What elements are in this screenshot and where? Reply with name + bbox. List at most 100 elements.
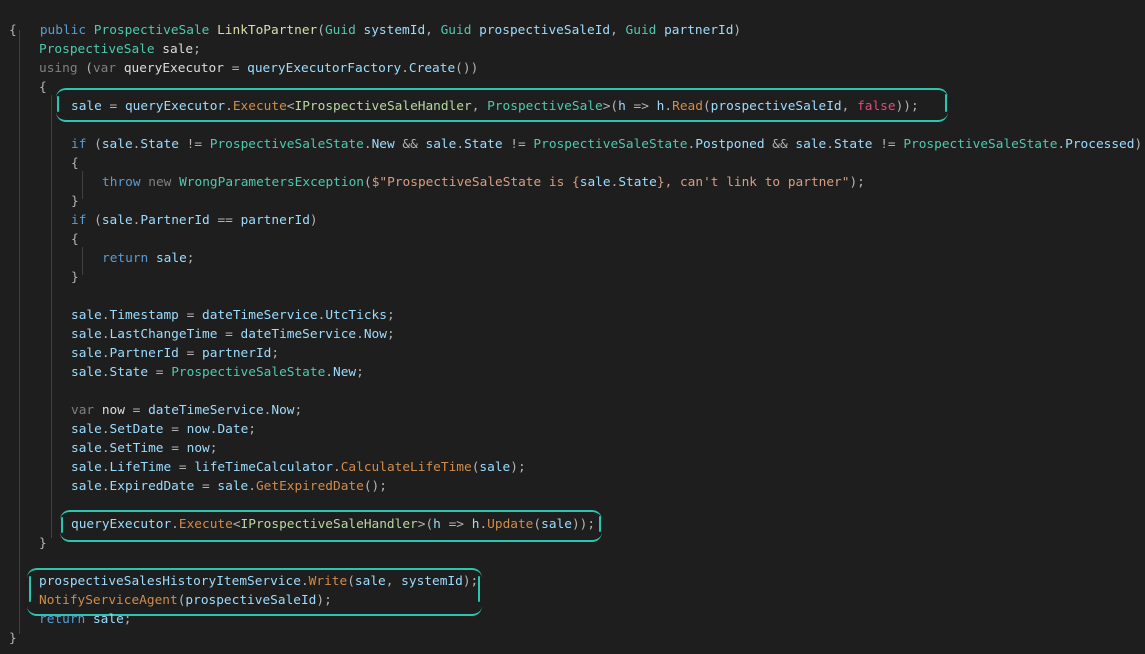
parameter: prospectiveSaleId	[479, 23, 611, 38]
local-variable: sale	[71, 460, 102, 475]
code-line-10[interactable]: throw new WrongParametersException($"Pro…	[102, 173, 865, 192]
operator: ==	[209, 213, 241, 228]
code-line-14[interactable]: return sale;	[102, 249, 195, 268]
local-variable: now	[186, 422, 210, 437]
code-line-20[interactable]: sale.State = ProspectiveSaleState.New;	[71, 363, 364, 382]
string-literal: , can't link to partner"	[664, 175, 850, 190]
property: Timestamp	[109, 308, 179, 323]
punctuation: .	[479, 517, 488, 532]
code-line-5[interactable]: {	[39, 78, 47, 97]
code-line-32[interactable]: NotifyServiceAgent(prospectiveSaleId);	[39, 591, 332, 610]
execute-read-highlight-left	[57, 96, 59, 112]
punctuation: .	[456, 137, 465, 152]
local-variable: sale	[71, 327, 102, 342]
code-line-2[interactable]: {	[9, 21, 17, 40]
parameter: partnerId	[664, 23, 734, 38]
field-name: lifeTimeCalculator	[194, 460, 333, 475]
parameter: prospectiveSaleId	[185, 593, 317, 608]
property: Now	[363, 327, 387, 342]
code-line-4[interactable]: using (var queryExecutor = queryExecutor…	[39, 59, 478, 78]
punctuation: ;	[209, 441, 218, 456]
punctuation: (	[533, 517, 542, 532]
string-literal: $"ProspectiveSaleState is	[371, 175, 573, 190]
enum-member: Postponed	[695, 137, 765, 152]
punctuation: .	[363, 137, 372, 152]
code-line-31[interactable]: prospectiveSalesHistoryItemService.Write…	[39, 572, 478, 591]
local-variable: sale	[479, 460, 511, 475]
punctuation: ,	[425, 23, 441, 38]
code-line-34[interactable]: }	[9, 629, 17, 648]
lambda-parameter: h	[433, 517, 441, 532]
operator: =	[178, 308, 203, 323]
keyword: throw	[102, 175, 141, 190]
code-line-22[interactable]: var now = dateTimeService.Now;	[71, 401, 302, 420]
local-variable: sale	[71, 99, 102, 114]
operator: &&	[764, 137, 796, 152]
code-line-3[interactable]: ProspectiveSale sale;	[39, 40, 201, 59]
indent-guide	[19, 30, 20, 634]
code-editor[interactable]: public ProspectiveSale LinkToPartner(Gui…	[0, 0, 1145, 654]
punctuation: (	[364, 175, 372, 190]
local-variable: queryExecutor	[124, 99, 226, 114]
code-line-29[interactable]: }	[39, 534, 47, 553]
enum-member: Processed	[1065, 137, 1135, 152]
code-line-6[interactable]: sale = queryExecutor.Execute<IProspectiv…	[71, 97, 919, 116]
method-call: CalculateLifeTime	[340, 460, 472, 475]
interface-name: IProspectiveSaleHandler	[294, 99, 472, 114]
punctuation: (	[317, 23, 325, 38]
punctuation: ));	[571, 517, 596, 532]
lambda-parameter: h	[618, 99, 626, 114]
punctuation: .	[333, 460, 341, 475]
punctuation: >(	[602, 99, 619, 114]
code-line-28[interactable]: queryExecutor.Execute<IProspectiveSaleHa…	[71, 515, 595, 534]
method-call: Execute	[178, 517, 233, 532]
operator: =>	[625, 99, 657, 114]
history-notify-highlight-left	[29, 576, 31, 602]
property: SetTime	[109, 441, 164, 456]
code-line-11[interactable]: }	[71, 192, 79, 211]
operator: =	[163, 441, 187, 456]
punctuation: .	[1057, 137, 1066, 152]
method-call: Update	[487, 517, 534, 532]
punctuation: .	[101, 441, 110, 456]
operator: =	[223, 61, 248, 76]
code-line-15[interactable]: }	[71, 268, 79, 287]
brace: }	[39, 536, 47, 551]
type-name: Guid	[324, 23, 356, 38]
code-line-8[interactable]: if (sale.State != ProspectiveSaleState.N…	[71, 135, 1142, 154]
punctuation: ));	[895, 99, 919, 114]
operator: =	[217, 327, 241, 342]
code-line-12[interactable]: if (sale.PartnerId == partnerId)	[71, 211, 318, 230]
code-line-23[interactable]: sale.SetDate = now.Date;	[71, 420, 256, 439]
punctuation: (	[347, 574, 355, 589]
local-variable: sale	[71, 308, 102, 323]
property: SetDate	[109, 422, 164, 437]
code-line-1[interactable]: public ProspectiveSale LinkToPartner(Gui…	[9, 2, 741, 38]
brace: }	[9, 631, 17, 646]
code-line-18[interactable]: sale.LastChangeTime = dateTimeService.No…	[71, 325, 395, 344]
code-line-17[interactable]: sale.Timestamp = dateTimeService.UtcTick…	[71, 306, 395, 325]
type-name: ProspectiveSale	[93, 23, 210, 38]
code-line-25[interactable]: sale.LifeTime = lifeTimeCalculator.Calcu…	[71, 458, 526, 477]
punctuation: .	[101, 327, 110, 342]
operator: =	[101, 99, 125, 114]
punctuation: .	[171, 517, 179, 532]
code-line-24[interactable]: sale.SetTime = now;	[71, 439, 217, 458]
punctuation: .	[664, 99, 673, 114]
code-line-26[interactable]: sale.ExpiredDate = sale.GetExpiredDate()…	[71, 477, 387, 496]
local-variable: now	[101, 403, 125, 418]
code-line-33[interactable]: return sale;	[39, 610, 132, 629]
punctuation: )	[1134, 137, 1143, 152]
code-line-19[interactable]: sale.PartnerId = partnerId;	[71, 344, 279, 363]
punctuation: ;	[386, 327, 395, 342]
code-line-13[interactable]: {	[71, 230, 79, 249]
history-notify-highlight-right	[478, 576, 480, 602]
operator: &&	[394, 137, 426, 152]
interface-name: IProspectiveSaleHandler	[240, 517, 418, 532]
method-call: Read	[672, 99, 703, 114]
punctuation: ,	[841, 99, 858, 114]
punctuation: .	[826, 137, 834, 152]
execute-update-highlight-left	[61, 517, 63, 533]
keyword: return	[39, 612, 86, 627]
code-line-9[interactable]: {	[71, 154, 79, 173]
